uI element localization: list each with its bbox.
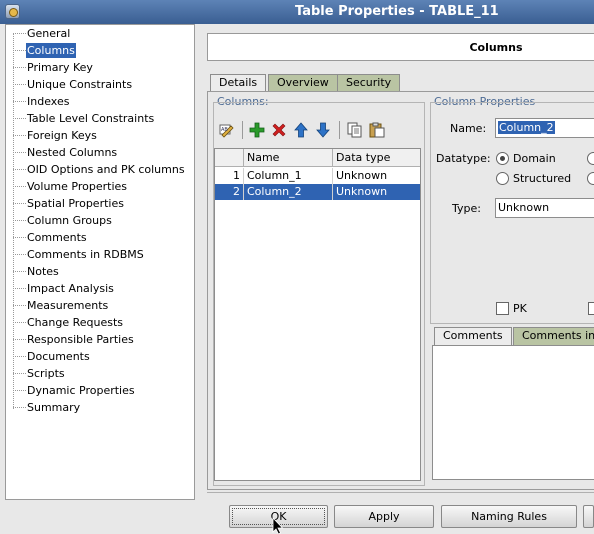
toolbar-separator [242, 121, 243, 139]
extra-button[interactable] [583, 505, 594, 528]
type-label: Type: [452, 202, 481, 215]
datatype-radio-extra[interactable] [587, 172, 594, 185]
data-type-cell[interactable]: Unknown [333, 168, 420, 184]
data-type-cell[interactable]: Unknown [333, 184, 420, 200]
page-header: Columns [207, 33, 594, 61]
row-number-header [215, 149, 244, 167]
row-number: 2 [215, 184, 244, 200]
table-row[interactable]: 1 Column_1 Unknown [215, 168, 420, 184]
domain-radio[interactable] [496, 152, 509, 165]
type-select[interactable]: Unknown [495, 198, 594, 218]
tree-connector-line [13, 33, 14, 409]
column-name-cell[interactable]: Column_2 [244, 184, 333, 200]
table-row-selected[interactable]: 2 Column_2 Unknown [215, 184, 420, 200]
type-select-value: Unknown [498, 201, 550, 214]
copy-icon[interactable] [347, 122, 363, 138]
paste-icon[interactable] [369, 122, 385, 138]
pk-checkbox[interactable] [496, 302, 509, 315]
domain-radio-label: Domain [513, 152, 556, 165]
page-title: Columns [469, 41, 523, 54]
grid-header: Name Data type [215, 149, 420, 167]
tab-comments[interactable]: Comments [434, 327, 512, 346]
svg-text:AB: AB [221, 127, 228, 133]
column-header-name[interactable]: Name [244, 149, 333, 167]
row-number: 1 [215, 168, 244, 184]
title-bar[interactable]: Table Properties - TABLE_11 [0, 0, 594, 24]
name-input[interactable]: Column_2 [495, 118, 594, 138]
move-up-icon[interactable] [293, 122, 309, 138]
move-down-icon[interactable] [315, 122, 331, 138]
properties-nav-tree[interactable]: General Columns Primary Key Unique Const… [5, 24, 195, 500]
pk-label: PK [513, 302, 527, 315]
name-input-value: Column_2 [498, 121, 555, 134]
comments-textarea[interactable] [432, 345, 594, 480]
tab-overview[interactable]: Overview [268, 74, 338, 92]
extra-checkbox[interactable] [588, 302, 594, 315]
naming-rules-button[interactable]: Naming Rules [441, 505, 577, 528]
datatype-radio-extra[interactable] [587, 152, 594, 165]
structured-radio[interactable] [496, 172, 509, 185]
column-name-cell[interactable]: Column_1 [244, 168, 333, 184]
edit-icon[interactable]: AB [219, 122, 235, 138]
name-label: Name: [450, 122, 487, 135]
apply-button[interactable]: Apply [334, 505, 434, 528]
delete-icon[interactable] [271, 122, 287, 138]
toolbar-separator [339, 121, 340, 139]
tab-security[interactable]: Security [337, 74, 401, 92]
tab-comments-in-rdbms[interactable]: Comments in [513, 327, 594, 345]
window-title: Table Properties - TABLE_11 [295, 4, 499, 19]
columns-grid[interactable]: Name Data type 1 Column_1 Unknown 2 Colu… [214, 148, 421, 481]
structured-radio-label: Structured [513, 172, 572, 185]
add-icon[interactable] [249, 122, 265, 138]
app-icon [5, 4, 20, 19]
column-header-data-type[interactable]: Data type [333, 149, 420, 167]
datatype-label: Datatype: [436, 152, 491, 165]
button-bar-separator [207, 492, 594, 493]
